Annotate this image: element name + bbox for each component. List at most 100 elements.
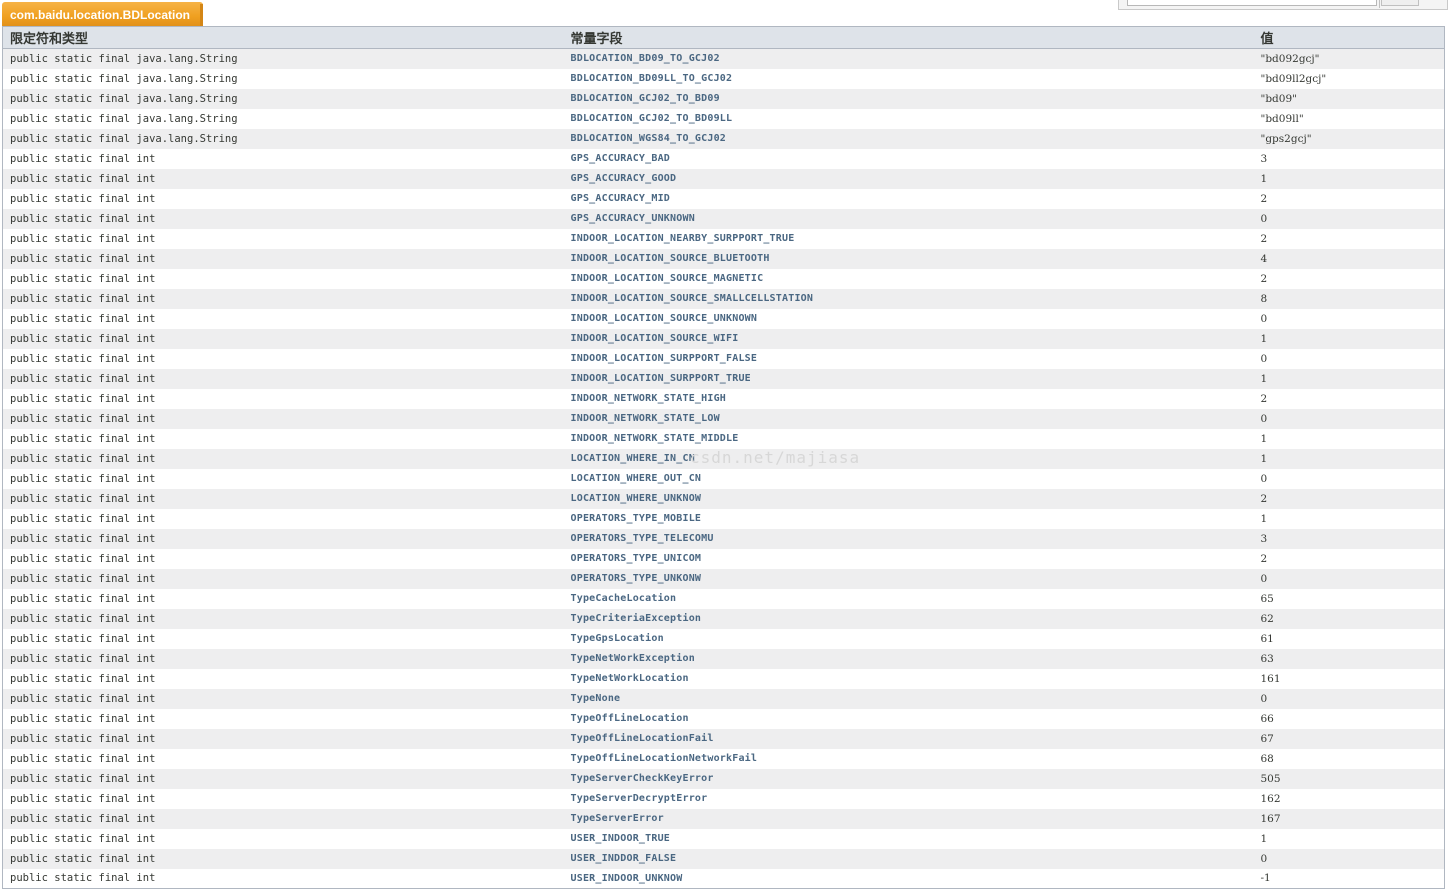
constant-name-link[interactable]: INDOOR_LOCATION_SOURCE_WIFI [563,328,1254,349]
constant-name-link[interactable]: OPERATORS_TYPE_UNICOM [563,548,1254,569]
constant-name-link[interactable]: TypeGpsLocation [563,628,1254,649]
constant-name-link[interactable]: INDOOR_NETWORK_STATE_MIDDLE [563,428,1254,449]
value-cell: -1 [1253,868,1445,889]
search-button[interactable] [1381,0,1419,6]
constant-name-link[interactable]: OPERATORS_TYPE_MOBILE [563,508,1254,529]
constant-name-link[interactable]: TypeServerDecryptError [563,788,1254,809]
table-row: public static final int TypeNetWorkExcept… [2,648,1445,669]
table-row: public static final int TypeNone 0 [2,688,1445,709]
constant-name-link[interactable]: INDOOR_LOCATION_SOURCE_UNKNOWN [563,308,1254,329]
table-row: public static final java.lang.String BDLO… [2,48,1445,69]
value-cell: 1 [1253,328,1445,349]
constant-name-link[interactable]: TypeOffLineLocation [563,708,1254,729]
modifier-cell: public static final int [2,528,564,549]
constant-name-link[interactable]: TypeNone [563,688,1254,709]
constant-name-link[interactable]: BDLOCATION_BD09LL_TO_GCJ02 [563,68,1254,89]
modifier-cell: public static final java.lang.String [2,48,564,69]
table-row: public static final int INDOOR_LOCATION_S… [2,348,1445,369]
constant-name-link[interactable]: GPS_ACCURACY_UNKNOWN [563,208,1254,229]
modifier-cell: public static final java.lang.String [2,68,564,89]
constant-name-link[interactable]: OPERATORS_TYPE_UNKONW [563,568,1254,589]
constant-name-link[interactable]: TypeCacheLocation [563,588,1254,609]
caption-tab-edge [200,4,203,26]
constant-name-link[interactable]: GPS_ACCURACY_BAD [563,148,1254,169]
table-row: public static final int TypeOffLineLocati… [2,748,1445,769]
constant-name-link[interactable]: USER_INDOOR_TRUE [563,828,1254,849]
table-row: public static final java.lang.String BDLO… [2,128,1445,149]
value-cell: 0 [1253,688,1445,709]
table-row: public static final int OPERATORS_TYPE_TE… [2,528,1445,549]
modifier-cell: public static final int [2,668,564,689]
modifier-cell: public static final int [2,568,564,589]
modifier-cell: public static final int [2,688,564,709]
constant-name-link[interactable]: TypeCriteriaException [563,608,1254,629]
table-row: public static final int TypeServerError 16… [2,808,1445,829]
constant-name-link[interactable]: BDLOCATION_WGS84_TO_GCJ02 [563,128,1254,149]
value-cell: 66 [1253,708,1445,729]
constant-name-link[interactable]: USER_INDOOR_UNKNOW [563,868,1254,889]
modifier-cell: public static final int [2,428,564,449]
modifier-cell: public static final int [2,708,564,729]
modifier-cell: public static final int [2,588,564,609]
value-cell: 1 [1253,368,1445,389]
table-row: public static final int INDOOR_LOCATION_S… [2,308,1445,329]
constant-name-link[interactable]: INDOOR_NETWORK_STATE_LOW [563,408,1254,429]
constant-name-link[interactable]: LOCATION_WHERE_OUT_CN [563,468,1254,489]
table-row: public static final int TypeOffLineLocati… [2,728,1445,749]
value-cell: 2 [1253,228,1445,249]
value-cell: 63 [1253,648,1445,669]
value-cell: "bd09ll2gcj" [1253,68,1445,89]
table-row: public static final int TypeOffLineLocati… [2,708,1445,729]
modifier-cell: public static final int [2,768,564,789]
constant-name-link[interactable]: TypeNetWorkException [563,648,1254,669]
table-row: public static final int LOCATION_WHERE_OU… [2,468,1445,489]
table-row: public static final int LOCATION_WHERE_UN… [2,488,1445,509]
constant-name-link[interactable]: BDLOCATION_BD09_TO_GCJ02 [563,48,1254,69]
constant-name-link[interactable]: INDOOR_LOCATION_NEARBY_SURPPORT_TRUE [563,228,1254,249]
value-cell: 161 [1253,668,1445,689]
modifier-cell: public static final int [2,268,564,289]
constant-name-link[interactable]: BDLOCATION_GCJ02_TO_BD09 [563,88,1254,109]
value-cell: 3 [1253,148,1445,169]
value-cell: 505 [1253,768,1445,789]
constant-name-link[interactable]: BDLOCATION_GCJ02_TO_BD09LL [563,108,1254,129]
table-row: public static final int USER_INDOOR_UNKNO… [2,868,1445,889]
constant-name-link[interactable]: OPERATORS_TYPE_TELECOMU [563,528,1254,549]
value-cell: 8 [1253,288,1445,309]
constant-name-link[interactable]: INDOOR_LOCATION_SOURCE_MAGNETIC [563,268,1254,289]
constant-name-link[interactable]: GPS_ACCURACY_MID [563,188,1254,209]
constant-name-link[interactable]: INDOOR_LOCATION_SURPPORT_TRUE [563,368,1254,389]
modifier-cell: public static final int [2,188,564,209]
constant-name-link[interactable]: TypeNetWorkLocation [563,668,1254,689]
table-row: public static final int OPERATORS_TYPE_UN… [2,568,1445,589]
modifier-cell: public static final java.lang.String [2,108,564,129]
constant-name-link[interactable]: GPS_ACCURACY_GOOD [563,168,1254,189]
constant-name-link[interactable]: LOCATION_WHERE_IN_CN [563,448,1254,469]
constant-name-link[interactable]: TypeServerError [563,808,1254,829]
modifier-cell: public static final int [2,148,564,169]
modifier-cell: public static final int [2,468,564,489]
constant-name-link[interactable]: INDOOR_LOCATION_SOURCE_SMALLCELLSTATION [563,288,1254,309]
value-cell: 1 [1253,168,1445,189]
value-cell: 68 [1253,748,1445,769]
constant-name-link[interactable]: INDOOR_LOCATION_SURPPORT_FALSE [563,348,1254,369]
constant-name-link[interactable]: TypeOffLineLocationFail [563,728,1254,749]
value-cell: 1 [1253,428,1445,449]
constant-name-link[interactable]: INDOOR_LOCATION_SOURCE_BLUETOOTH [563,248,1254,269]
search-input[interactable] [1127,0,1377,6]
constant-name-link[interactable]: TypeServerCheckKeyError [563,768,1254,789]
modifier-cell: public static final int [2,508,564,529]
value-cell: "bd092gcj" [1253,48,1445,69]
constant-name-link[interactable]: LOCATION_WHERE_UNKNOW [563,488,1254,509]
table-row: public static final int INDOOR_LOCATION_S… [2,328,1445,349]
table-row: public static final int GPS_ACCURACY_MID 2 [2,188,1445,209]
value-cell: 2 [1253,548,1445,569]
constant-name-link[interactable]: USER_INDDOR_FALSE [563,848,1254,869]
table-row: public static final int TypeServerCheckKe… [2,768,1445,789]
constant-name-link[interactable]: TypeOffLineLocationNetworkFail [563,748,1254,769]
modifier-cell: public static final int [2,308,564,329]
value-cell: 0 [1253,348,1445,369]
search-divider [1379,0,1380,8]
constant-name-link[interactable]: INDOOR_NETWORK_STATE_HIGH [563,388,1254,409]
value-cell: 1 [1253,828,1445,849]
